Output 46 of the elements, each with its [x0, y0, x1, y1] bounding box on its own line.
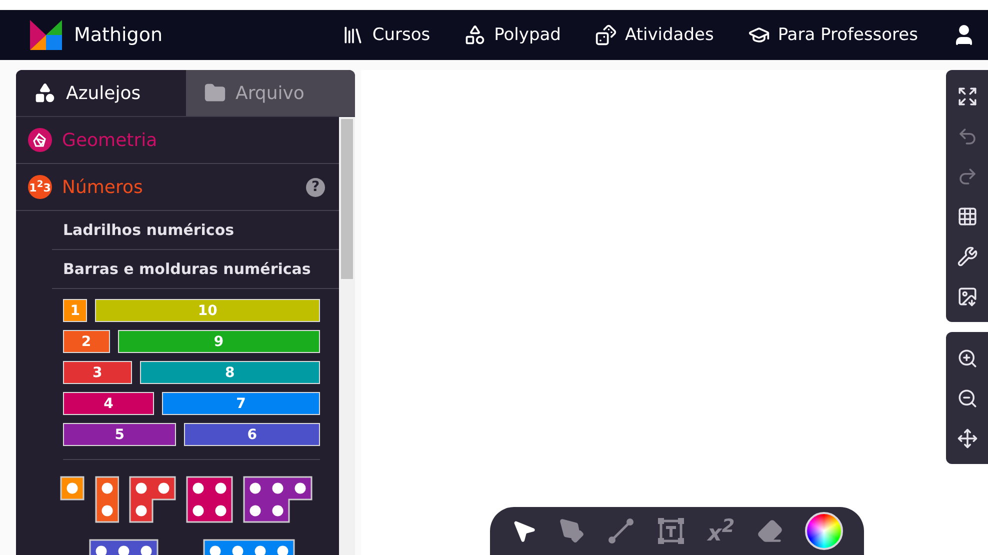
- text-box-icon: [657, 517, 686, 545]
- polypad-icon: [464, 24, 486, 46]
- zoom-in-icon: [956, 348, 978, 368]
- scrollbar[interactable]: [339, 117, 355, 555]
- dot-tile[interactable]: [202, 539, 294, 555]
- number-bar[interactable]: 5: [63, 423, 176, 446]
- category-badge: 1$^{2}$3: [28, 175, 52, 199]
- number-bar[interactable]: 8: [140, 361, 320, 384]
- category-row[interactable]: Geometria: [16, 117, 339, 164]
- shapes-icon: [28, 128, 52, 152]
- dot-tile[interactable]: [89, 539, 158, 555]
- nav-link[interactable]: Cursos: [342, 24, 430, 46]
- brand-name[interactable]: Mathigon: [74, 24, 163, 46]
- grid-icon: [956, 206, 978, 226]
- dot-tile[interactable]: [186, 476, 233, 523]
- image-download-icon: [956, 286, 978, 306]
- dot-tile[interactable]: [243, 476, 312, 523]
- pen-icon: [559, 518, 586, 544]
- nav-link[interactable]: Atividades: [594, 24, 714, 46]
- number-bar[interactable]: 6: [184, 423, 320, 446]
- line-icon: [607, 517, 636, 545]
- number-bar[interactable]: 4: [63, 392, 154, 415]
- number-bar[interactable]: 3: [63, 361, 132, 384]
- help-button[interactable]: ?: [306, 178, 325, 196]
- category-row[interactable]: 1$^{2}$3 Números ?: [16, 164, 339, 211]
- zoom-out-icon: [956, 388, 978, 408]
- nav-link[interactable]: Polypad: [464, 24, 561, 46]
- dot-tile[interactable]: [129, 476, 176, 523]
- dot-tile[interactable]: [94, 476, 119, 523]
- fullscreen-icon: [956, 86, 978, 106]
- undo-icon: [956, 126, 978, 146]
- number-bar[interactable]: 2: [63, 330, 110, 353]
- number-bar[interactable]: 7: [162, 392, 320, 415]
- redo-icon: [956, 166, 978, 186]
- equation-tool[interactable]: x$^{2}$: [704, 516, 739, 546]
- folder-icon: [204, 82, 226, 104]
- nav-link[interactable]: Para Professores: [748, 24, 918, 46]
- dot-tile[interactable]: [60, 476, 84, 500]
- activities-icon: [594, 24, 617, 46]
- eraser-icon: [756, 518, 783, 544]
- number-bar[interactable]: 9: [118, 330, 320, 353]
- wrench-icon: [956, 246, 978, 266]
- panel-tab[interactable]: Arquivo: [186, 70, 355, 116]
- shapes-icon: [34, 82, 56, 104]
- logo-icon: [30, 20, 62, 50]
- move-icon: [956, 428, 978, 448]
